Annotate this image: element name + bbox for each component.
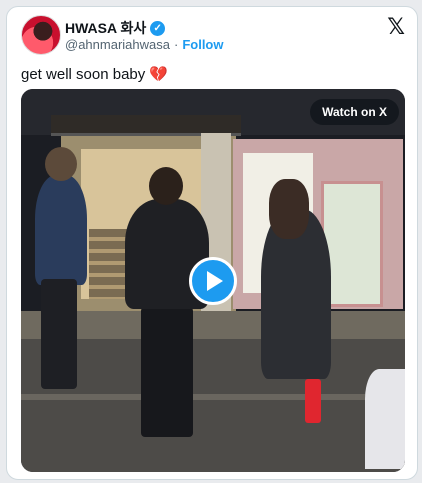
avatar[interactable] <box>21 15 61 55</box>
video-player[interactable]: Watch on X <box>21 89 405 472</box>
handle[interactable]: @ahnmariahwasa <box>65 37 170 52</box>
watch-on-x-button[interactable]: Watch on X <box>310 99 399 125</box>
author-name-row: HWASA 화사 ✓ <box>65 18 166 38</box>
display-name[interactable]: HWASA 화사 <box>65 18 146 38</box>
broken-heart-emoji: 💔 <box>149 66 169 83</box>
play-icon <box>207 271 223 291</box>
tweet-text-body: get well soon baby <box>21 66 146 83</box>
verified-badge-icon: ✓ <box>150 20 166 36</box>
follow-button[interactable]: Follow <box>182 37 223 52</box>
tweet-card: HWASA 화사 ✓ @ahnmariahwasa · Follow 𝕏 get… <box>6 6 418 480</box>
handle-row: @ahnmariahwasa · Follow <box>65 37 224 52</box>
x-logo-icon[interactable]: 𝕏 <box>387 15 405 40</box>
play-button[interactable] <box>189 257 237 305</box>
separator: · <box>173 37 179 52</box>
tweet-text: get well soon baby 💔 <box>21 65 168 83</box>
